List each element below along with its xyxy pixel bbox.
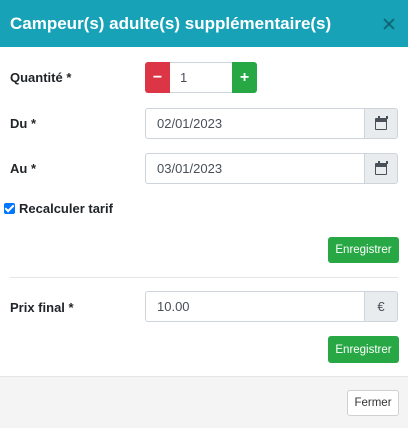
calendar-icon (375, 160, 388, 175)
decrement-button[interactable]: − (145, 62, 170, 93)
minus-icon: − (152, 68, 163, 86)
start-date-label: Du * (10, 116, 36, 131)
divider (10, 277, 398, 278)
increment-button[interactable]: + (232, 62, 257, 93)
save-dates-button[interactable]: Enregistrer (328, 237, 399, 263)
quantity-label: Quantité * (10, 70, 72, 85)
final-price-label: Prix final * (10, 300, 74, 315)
recalculate-label[interactable]: Recalculer tarif (19, 201, 113, 216)
end-date-input[interactable]: 03/01/2023 (145, 153, 365, 184)
start-date-calendar-button[interactable] (364, 108, 398, 139)
end-date-label: Au * (10, 161, 36, 176)
start-date-input[interactable]: 02/01/2023 (145, 108, 365, 139)
close-button[interactable]: Fermer (347, 390, 399, 416)
plus-icon: + (239, 68, 250, 86)
close-icon[interactable] (382, 17, 396, 31)
modal-header: Campeur(s) adulte(s) supplémentaire(s) (0, 0, 408, 47)
calendar-icon (375, 115, 388, 130)
modal-dialog: Campeur(s) adulte(s) supplémentaire(s) Q… (0, 0, 408, 428)
quantity-input[interactable]: 1 (170, 62, 232, 93)
final-price-input[interactable]: 10.00 (145, 291, 365, 322)
recalculate-row: Recalculer tarif (4, 201, 113, 216)
modal-title: Campeur(s) adulte(s) supplémentaire(s) (10, 13, 332, 33)
currency-addon: € (364, 291, 398, 322)
end-date-calendar-button[interactable] (364, 153, 398, 184)
save-price-button[interactable]: Enregistrer (328, 336, 399, 363)
recalculate-checkbox[interactable] (4, 203, 15, 214)
